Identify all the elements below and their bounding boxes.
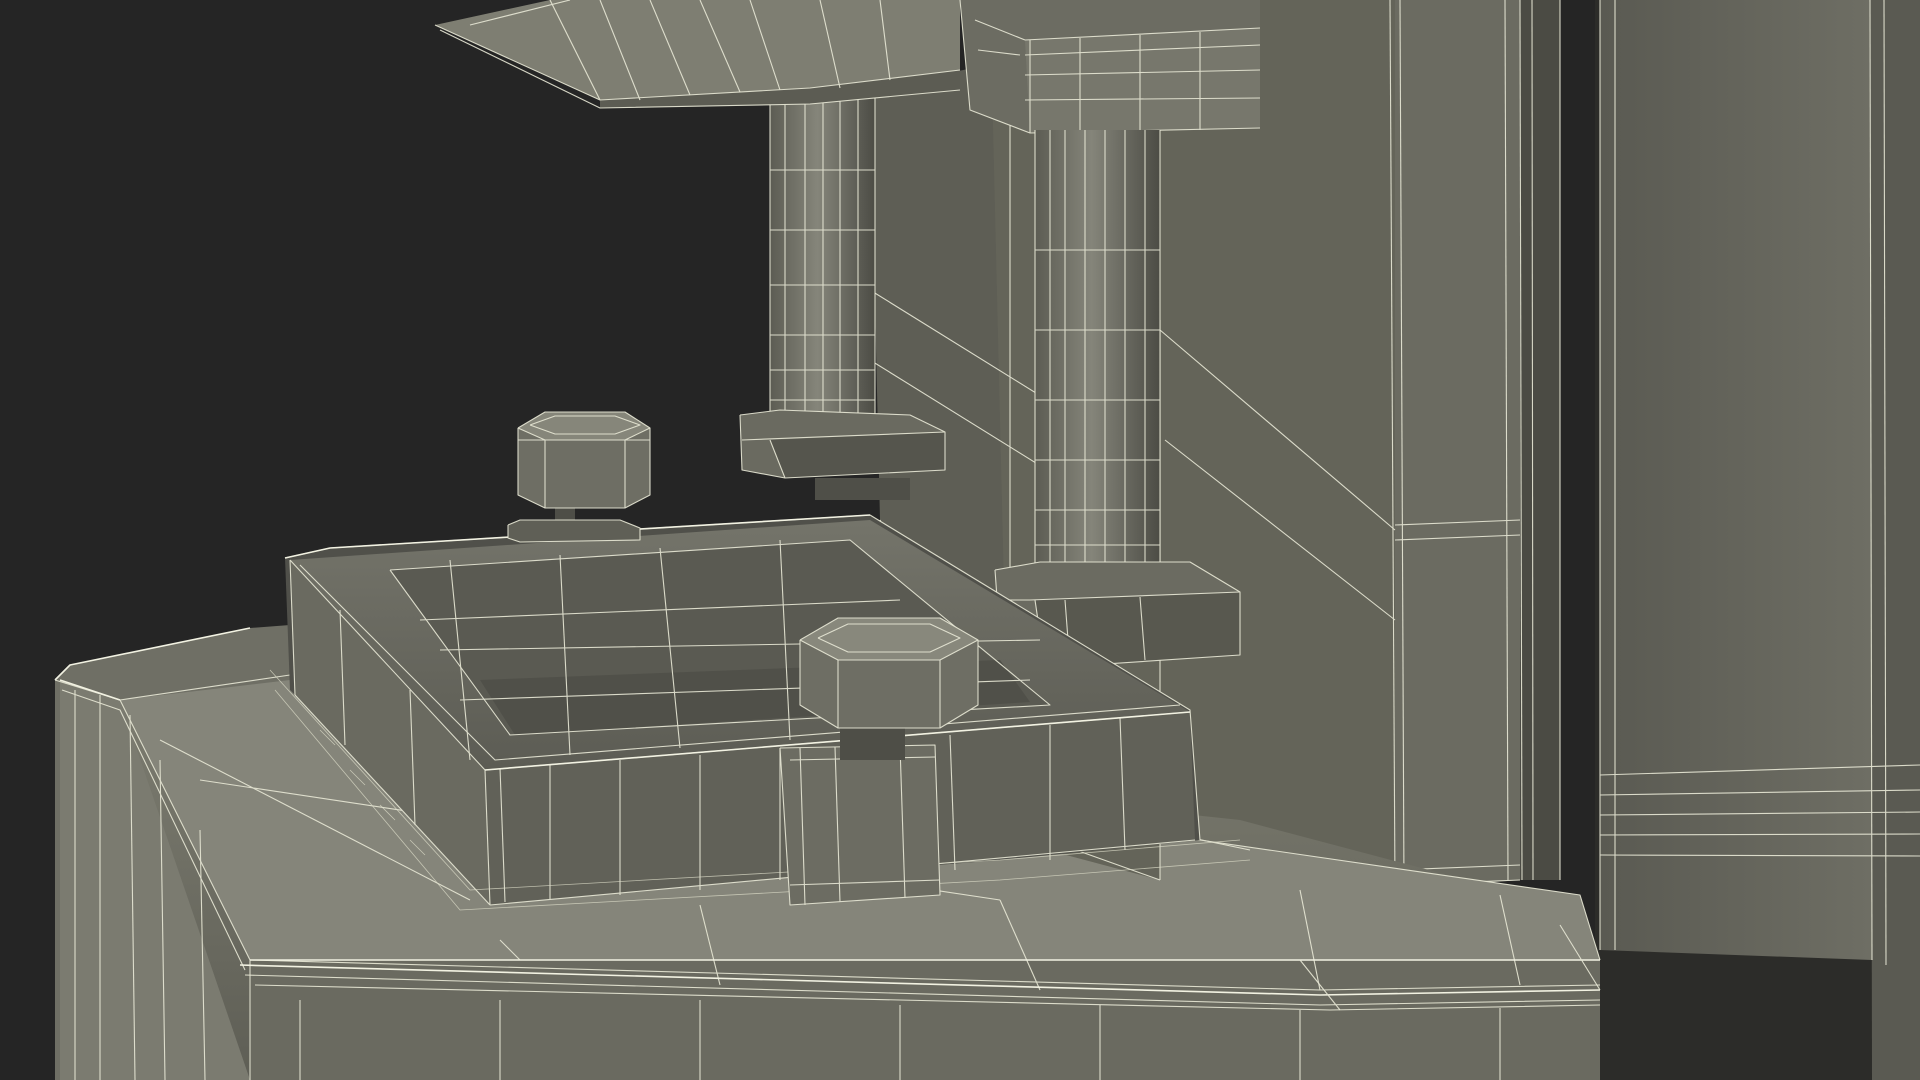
hex-knob-left (507, 411, 651, 543)
front-support-block (779, 744, 941, 906)
wireframe-render (54, 0, 1920, 1080)
render-viewport (0, 0, 1920, 1080)
